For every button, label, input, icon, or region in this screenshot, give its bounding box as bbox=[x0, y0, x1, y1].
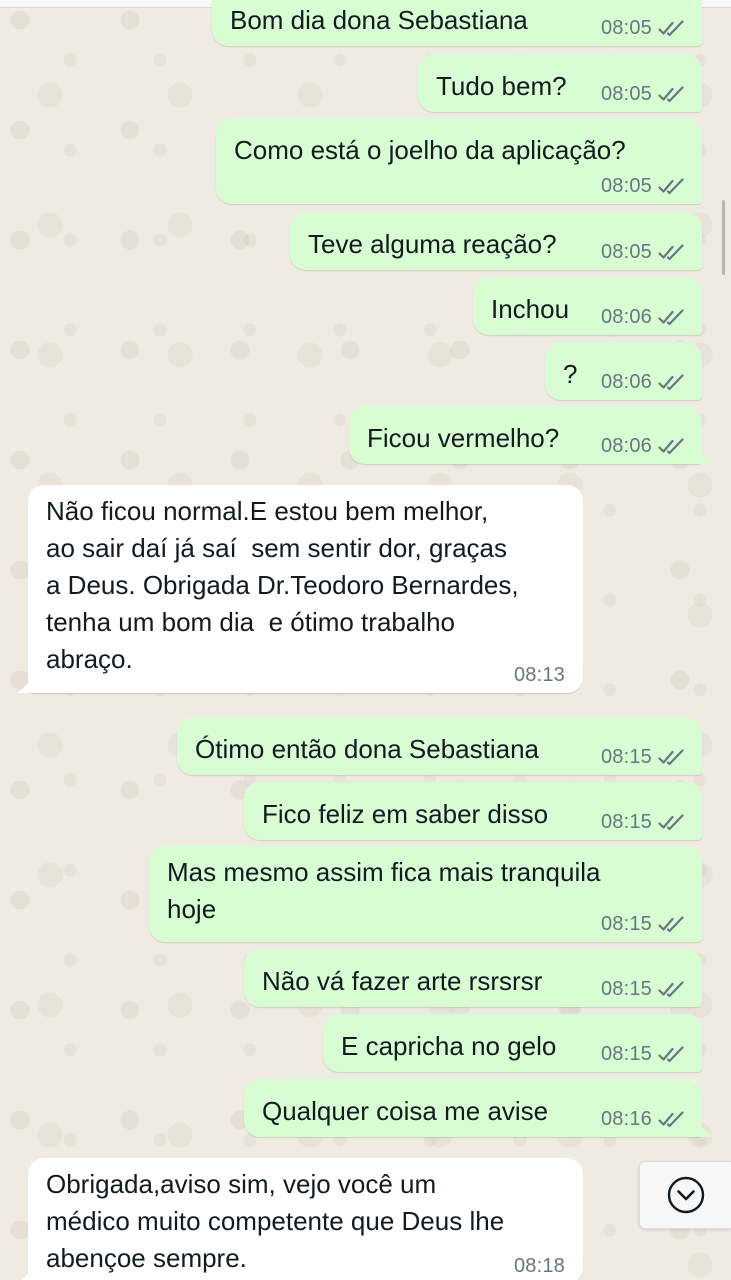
double-check-icon bbox=[658, 85, 685, 103]
message-meta: 08:15 bbox=[601, 747, 685, 767]
message-meta: 08:15 bbox=[601, 812, 685, 832]
message-text: Tudo bem? bbox=[436, 71, 567, 101]
message-meta: 08:15 bbox=[601, 1044, 685, 1064]
message-meta: 08:05 bbox=[601, 242, 685, 262]
message-time: 08:13 bbox=[513, 664, 565, 686]
message-time: 08:06 bbox=[600, 435, 652, 457]
message-bubble[interactable]: Bom dia dona Sebastiana 08:05 bbox=[212, 0, 702, 46]
message-bubble[interactable]: Como está o joelho da aplicação? 08:05 bbox=[216, 118, 702, 204]
message-meta: 08:16 bbox=[601, 1109, 685, 1129]
message-meta: 08:15 bbox=[601, 979, 685, 999]
double-check-icon bbox=[658, 813, 685, 831]
double-check-icon bbox=[658, 373, 685, 391]
double-check-icon bbox=[658, 437, 685, 455]
double-check-icon bbox=[658, 980, 685, 998]
message-text: ? bbox=[563, 359, 578, 389]
message-text: Como está o joelho da aplicação? bbox=[234, 135, 626, 165]
message-text: E capricha no gelo bbox=[341, 1031, 557, 1061]
message-time: 08:05 bbox=[600, 17, 652, 39]
message-text: Inchou bbox=[491, 294, 570, 324]
message-meta: 08:05 bbox=[601, 176, 685, 196]
double-check-icon bbox=[658, 243, 685, 261]
message-bubble[interactable]: Ficou vermelho? 08:06 bbox=[349, 406, 712, 464]
message-bubble[interactable]: Qualquer coisa me avise 08:16 bbox=[244, 1079, 712, 1137]
message-time: 08:05 bbox=[600, 83, 652, 105]
message-bubble[interactable]: Tudo bem? 08:05 bbox=[418, 54, 702, 112]
message-time: 08:05 bbox=[600, 175, 652, 197]
message-time: 08:05 bbox=[600, 241, 652, 263]
chat-area[interactable]: Bom dia dona Sebastiana 08:05 Tudo bem? … bbox=[0, 0, 731, 1280]
message-meta: 08:06 bbox=[601, 307, 685, 327]
message-time: 08:18 bbox=[513, 1255, 565, 1277]
double-check-icon bbox=[658, 177, 685, 195]
message-meta: 08:15 bbox=[601, 914, 685, 934]
message-bubble-incoming[interactable]: Não ficou normal.E estou bem melhor, ao … bbox=[18, 485, 583, 693]
message-bubble[interactable]: Inchou 08:06 bbox=[473, 277, 702, 335]
message-meta: 08:13 bbox=[514, 665, 565, 685]
message-text: Fico feliz em saber disso bbox=[262, 799, 549, 829]
message-time: 08:15 bbox=[600, 746, 652, 768]
message-text: Não vá fazer arte rsrsrsr bbox=[262, 966, 543, 996]
message-meta: 08:05 bbox=[601, 18, 685, 38]
message-text: Teve alguma reação? bbox=[308, 229, 557, 259]
message-time: 08:15 bbox=[600, 913, 652, 935]
message-text: Ótimo então dona Sebastiana bbox=[195, 734, 540, 764]
message-bubble[interactable]: Fico feliz em saber disso 08:15 bbox=[244, 782, 702, 840]
message-meta: 08:05 bbox=[601, 84, 685, 104]
message-bubble[interactable]: E capricha no gelo 08:15 bbox=[323, 1014, 702, 1072]
message-time: 08:15 bbox=[600, 1043, 652, 1065]
message-meta: 08:06 bbox=[601, 436, 685, 456]
double-check-icon bbox=[658, 1110, 685, 1128]
message-bubble[interactable]: Ótimo então dona Sebastiana 08:15 bbox=[177, 717, 702, 775]
message-text: Bom dia dona Sebastiana bbox=[230, 5, 528, 35]
double-check-icon bbox=[658, 308, 685, 326]
double-check-icon bbox=[658, 1045, 685, 1063]
double-check-icon bbox=[658, 748, 685, 766]
message-time: 08:06 bbox=[600, 371, 652, 393]
double-check-icon bbox=[658, 19, 685, 37]
double-check-icon bbox=[658, 915, 685, 933]
message-meta: 08:18 bbox=[514, 1256, 565, 1276]
message-meta: 08:06 bbox=[601, 372, 685, 392]
message-text: Qualquer coisa me avise bbox=[262, 1096, 549, 1126]
message-time: 08:15 bbox=[600, 811, 652, 833]
message-text: Mas mesmo assim fica mais tranquila hoje bbox=[167, 857, 601, 924]
message-text: Não ficou normal.E estou bem melhor, ao … bbox=[46, 496, 519, 674]
scroll-down-button[interactable] bbox=[639, 1161, 731, 1229]
message-bubble[interactable]: Mas mesmo assim fica mais tranquila hoje… bbox=[149, 846, 702, 942]
message-bubble[interactable]: ? 08:06 bbox=[545, 342, 702, 400]
scrollbar-thumb[interactable] bbox=[722, 200, 725, 275]
message-time: 08:15 bbox=[600, 978, 652, 1000]
message-time: 08:06 bbox=[600, 306, 652, 328]
message-text: Ficou vermelho? bbox=[367, 423, 560, 453]
message-time: 08:16 bbox=[600, 1108, 652, 1130]
message-text: Obrigada,aviso sim, vejo você um médico … bbox=[46, 1169, 505, 1273]
message-bubble[interactable]: Não vá fazer arte rsrsrsr 08:15 bbox=[244, 949, 702, 1007]
chevron-down-icon bbox=[667, 1176, 704, 1214]
message-bubble[interactable]: Teve alguma reação? 08:05 bbox=[290, 212, 702, 270]
message-bubble-incoming[interactable]: Obrigada,aviso sim, vejo você um médico … bbox=[18, 1158, 583, 1280]
